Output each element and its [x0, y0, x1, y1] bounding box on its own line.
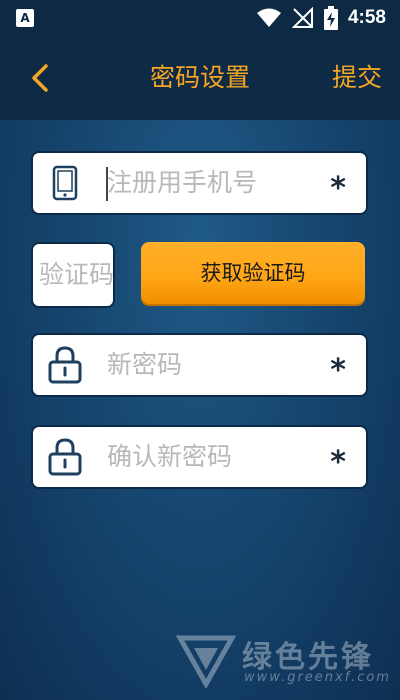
lock-icon: [47, 346, 83, 384]
watermark: 绿色先锋 www.greenxf.com: [176, 630, 389, 692]
wifi-icon: [256, 8, 281, 27]
get-code-button[interactable]: 获取验证码: [141, 242, 365, 304]
phone-icon: [47, 165, 83, 201]
confirm-password-field[interactable]: 确认新密码 *: [31, 425, 368, 489]
verification-code-field[interactable]: 验证码: [31, 242, 115, 308]
new-password-field[interactable]: 新密码 *: [31, 333, 368, 397]
phone-field[interactable]: 注册用手机号 *: [31, 151, 368, 215]
required-mark: *: [330, 171, 346, 206]
signal-off-icon: [291, 7, 313, 28]
app-bar: 密码设置 提交: [0, 36, 400, 120]
required-mark: *: [330, 353, 346, 388]
new-password-placeholder: 新密码: [107, 350, 183, 379]
clock: 4:58: [347, 7, 386, 28]
watermark-url: www.greenxf.com: [244, 670, 391, 685]
lock-icon: [47, 438, 83, 476]
battery-charging-icon: [323, 6, 338, 30]
status-icons: 4:58: [256, 6, 386, 30]
phone-placeholder: 注册用手机号: [107, 168, 258, 197]
code-placeholder: 验证码: [39, 260, 115, 289]
confirm-password-placeholder: 确认新密码: [107, 442, 233, 471]
app-notification-icon: A: [16, 9, 34, 27]
submit-button[interactable]: 提交: [332, 60, 382, 96]
status-bar: A 4:58: [0, 0, 400, 36]
required-mark: *: [330, 445, 346, 480]
watermark-logo-icon: [176, 635, 236, 688]
